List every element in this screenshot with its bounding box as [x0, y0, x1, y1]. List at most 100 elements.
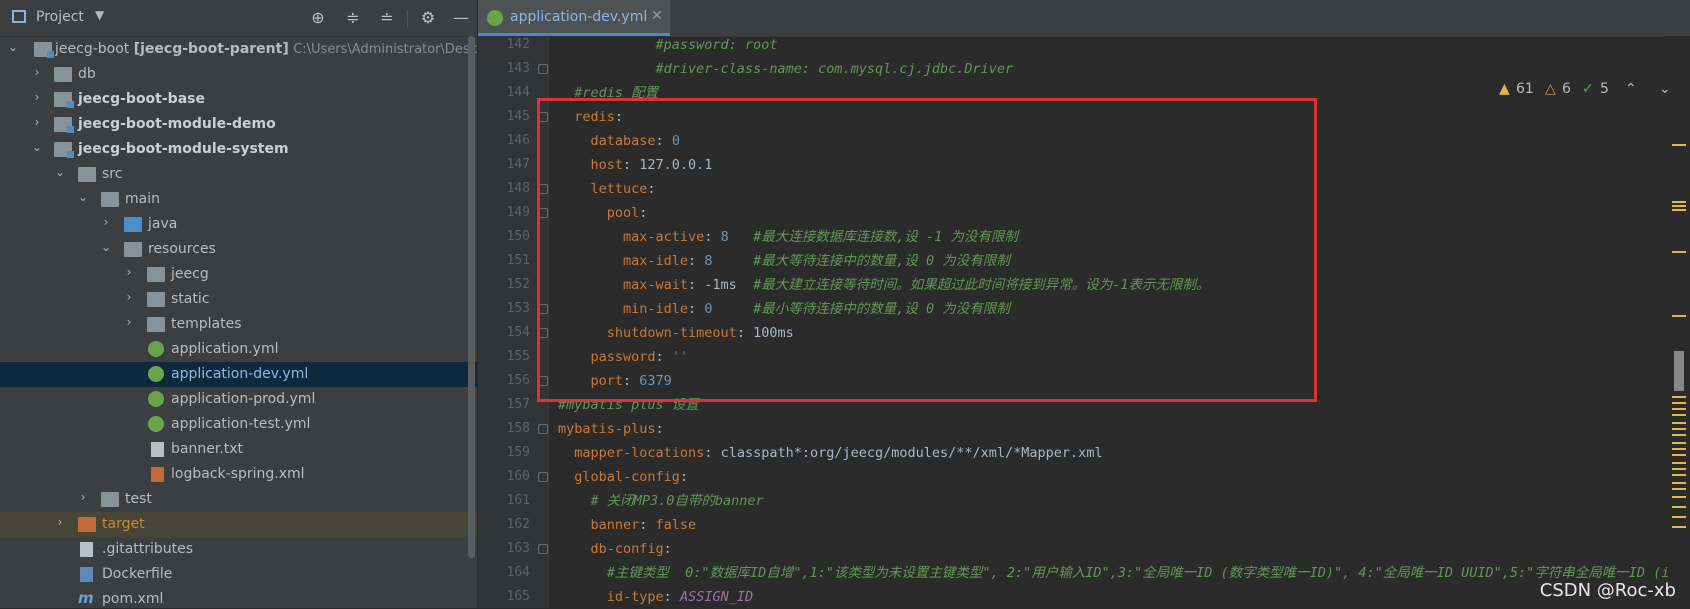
code-token: :: [663, 541, 672, 557]
code-token: :: [679, 469, 689, 485]
spring-yml-icon: [487, 10, 503, 26]
chevron-right-icon[interactable]: ›: [30, 115, 44, 129]
tree-item-jeecg-boot-module-demo[interactable]: › jeecg-boot-module-demo: [0, 112, 477, 137]
folder-icon: [101, 492, 119, 507]
line-number: 151: [506, 253, 530, 268]
tree-item-jeecg[interactable]: › jeecg: [0, 262, 477, 287]
line-number: 146: [506, 133, 530, 148]
line-number: 162: [506, 517, 530, 532]
line-number: 150: [506, 229, 530, 244]
spring-yml-icon: [148, 366, 164, 382]
resources-folder-icon: [124, 242, 142, 257]
fold-marker-icon[interactable]: [538, 472, 548, 482]
fold-marker-icon[interactable]: [538, 424, 548, 434]
module-folder-icon: [54, 92, 74, 108]
code-line: #password: root: [558, 33, 778, 57]
tree-item-application-prod-yml[interactable]: application-prod.yml: [0, 387, 477, 412]
code-token: :: [655, 421, 664, 437]
code-line: banner: false: [558, 513, 697, 537]
line-number: 143: [506, 61, 530, 76]
tree-item-label: jeecg-boot-module-demo: [78, 116, 276, 132]
tree-item-db[interactable]: › db: [0, 62, 477, 87]
code-token: banner: [558, 517, 640, 533]
code-token: #password: root: [558, 37, 778, 53]
code-token: #driver-class-name: com.mysql.cj.jdbc.Dr…: [558, 61, 1014, 77]
chevron-right-icon[interactable]: ›: [122, 315, 136, 329]
tree-item-pom-xml[interactable]: m pom.xml: [0, 587, 477, 608]
locate-icon[interactable]: ⊕: [307, 7, 329, 29]
project-name: jeecg-boot: [55, 41, 130, 57]
tree-item-banner-txt[interactable]: banner.txt: [0, 437, 477, 462]
line-number: 149: [506, 205, 530, 220]
tree-item-static[interactable]: › static: [0, 287, 477, 312]
maven-icon: m: [78, 589, 94, 607]
tree-item-label: jeecg-boot-base: [78, 91, 205, 107]
chevron-down-icon[interactable]: ⌄: [99, 240, 113, 254]
tree-item-templates[interactable]: › templates: [0, 312, 477, 337]
weak-warning-count: 6: [1562, 81, 1571, 97]
tree-item-resources[interactable]: ⌄ resources: [0, 237, 477, 262]
chevron-down-icon[interactable]: ⌄: [6, 40, 20, 54]
tree-item-target[interactable]: › target: [0, 512, 477, 537]
code-line: mybatis-plus:: [558, 417, 664, 441]
chevron-right-icon[interactable]: ›: [30, 90, 44, 104]
chevron-right-icon[interactable]: ›: [30, 65, 44, 79]
code-line: db-config:: [558, 537, 672, 561]
tree-item-gitattributes[interactable]: .gitattributes: [0, 537, 477, 562]
tree-item-jeecg-boot[interactable]: ⌄ jeecg-boot [jeecg-boot-parent] C:\User…: [0, 37, 477, 62]
spring-yml-icon: [148, 391, 164, 407]
project-panel-title[interactable]: Project: [36, 9, 84, 25]
chevron-up-icon[interactable]: ⌃: [1625, 81, 1637, 97]
close-icon[interactable]: ✕: [651, 8, 663, 24]
tree-item-main[interactable]: ⌄ main: [0, 187, 477, 212]
line-number: 163: [506, 541, 530, 556]
code-token: false: [655, 517, 697, 533]
collapse-all-icon[interactable]: ≐: [376, 7, 398, 29]
chevron-down-icon[interactable]: ⌄: [30, 140, 44, 154]
gear-icon[interactable]: ⚙: [417, 7, 439, 29]
chevron-right-icon[interactable]: ›: [53, 515, 67, 529]
chevron-right-icon[interactable]: ›: [76, 490, 90, 504]
tree-item-label: static: [171, 291, 210, 307]
expand-all-icon[interactable]: ≑: [342, 7, 364, 29]
tree-item-label: banner.txt: [171, 441, 244, 457]
chevron-down-icon[interactable]: ⌄: [76, 190, 90, 204]
chevron-right-icon[interactable]: ›: [99, 215, 113, 229]
line-number: 144: [506, 85, 530, 100]
tree-item-application-yml[interactable]: application.yml: [0, 337, 477, 362]
folder-icon: [147, 292, 165, 307]
tree-item-java[interactable]: › java: [0, 212, 477, 237]
chevron-down-icon[interactable]: ▼: [95, 8, 104, 22]
tree-item-test[interactable]: › test: [0, 487, 477, 512]
chevron-right-icon[interactable]: ›: [122, 265, 136, 279]
tree-item-src[interactable]: ⌄ src: [0, 162, 477, 187]
error-stripe[interactable]: [1668, 36, 1690, 608]
tree-item-jeecg-boot-module-system[interactable]: ⌄ jeecg-boot-module-system: [0, 137, 477, 162]
spring-yml-icon: [148, 416, 164, 432]
project-path: C:\Users\Administrator\Deskto: [293, 42, 478, 57]
line-number: 161: [506, 493, 530, 508]
warning-icon: ▲: [1499, 81, 1510, 97]
git-file-icon: [80, 542, 93, 557]
fold-marker-icon[interactable]: [538, 64, 548, 74]
inspection-widget[interactable]: ▲ 61 △ 6 ✓ 5 ⌃ ⌄: [1499, 79, 1689, 101]
module-folder-icon: [54, 142, 74, 158]
tree-item-logback-spring-xml[interactable]: logback-spring.xml: [0, 462, 477, 487]
chevron-right-icon[interactable]: ›: [122, 290, 136, 304]
line-number: 147: [506, 157, 530, 172]
tree-item-application-test-yml[interactable]: application-test.yml: [0, 412, 477, 437]
line-number: 157: [506, 397, 530, 412]
code-token: :: [639, 517, 656, 533]
folder-icon: [101, 192, 119, 207]
tree-item-dockerfile[interactable]: Dockerfile: [0, 562, 477, 587]
hide-icon[interactable]: —: [450, 7, 472, 29]
tree-item-jeecg-boot-base[interactable]: › jeecg-boot-base: [0, 87, 477, 112]
project-scrollbar[interactable]: [468, 36, 475, 558]
watermark: CSDN @Roc-xb: [1539, 580, 1676, 601]
tree-item-application-dev-yml[interactable]: application-dev.yml: [0, 362, 477, 387]
chevron-down-icon[interactable]: ⌄: [53, 165, 67, 179]
tab-application-dev-yml[interactable]: application-dev.yml ✕: [478, 0, 670, 36]
tree-item-label: application-dev.yml: [171, 366, 309, 382]
fold-marker-icon[interactable]: [538, 544, 548, 554]
tree-item-label: application.yml: [171, 341, 279, 357]
